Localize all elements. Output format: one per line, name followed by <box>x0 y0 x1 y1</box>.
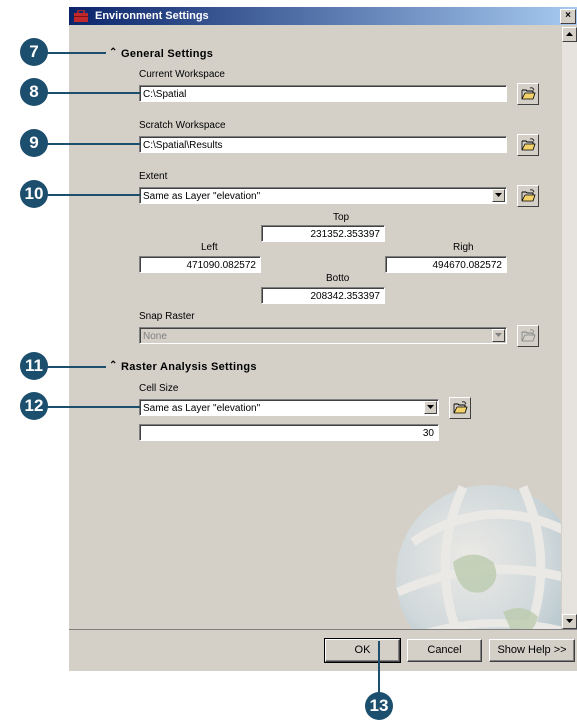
open-folder-icon <box>521 87 536 100</box>
close-button[interactable]: × <box>560 9 576 24</box>
callout-11: 11 <box>20 352 48 380</box>
close-icon: × <box>565 10 571 21</box>
scratch-workspace-input[interactable]: C:\Spatial\Results <box>139 136 507 153</box>
open-folder-icon <box>521 329 536 342</box>
extent-left-input[interactable]: 471090.082572 <box>139 256 261 273</box>
scroll-down-button[interactable] <box>562 614 577 629</box>
cell-size-number-input[interactable]: 30 <box>139 424 439 441</box>
environment-settings-dialog: Environment Settings × ⌃ General Setting… <box>68 6 577 671</box>
window-title: Environment Settings <box>95 10 209 22</box>
collapse-raster-icon[interactable]: ⌃ <box>109 360 117 371</box>
extent-bottom-label: Botto <box>326 273 350 284</box>
snap-raster-dropdown[interactable]: None <box>139 327 507 344</box>
title-bar: Environment Settings × <box>69 7 577 25</box>
settings-panel: ⌃ General Settings Current Workspace C:\… <box>71 27 561 629</box>
snap-raster-label: Snap Raster <box>139 311 195 322</box>
extent-right-input[interactable]: 494670.082572 <box>385 256 507 273</box>
chevron-down-icon[interactable] <box>492 189 505 202</box>
current-workspace-input[interactable]: C:\Spatial <box>139 85 507 102</box>
chevron-down-icon[interactable] <box>492 329 505 342</box>
extent-label: Extent <box>139 171 168 182</box>
cell-size-dropdown[interactable]: Same as Layer "elevation" <box>139 399 439 416</box>
browse-current-workspace-button[interactable] <box>517 83 539 105</box>
browse-extent-button[interactable] <box>517 185 539 207</box>
callout-line <box>40 406 140 408</box>
cell-size-value: Same as Layer "elevation" <box>143 403 261 414</box>
collapse-general-icon[interactable]: ⌃ <box>109 47 117 58</box>
browse-cell-size-button[interactable] <box>449 397 471 419</box>
extent-left-label: Left <box>201 242 218 253</box>
extent-top-input[interactable]: 231352.353397 <box>261 225 385 242</box>
callout-12: 12 <box>20 392 48 420</box>
app-toolbox-icon <box>74 10 88 22</box>
general-settings-header[interactable]: General Settings <box>121 48 213 60</box>
callout-10: 10 <box>20 180 48 208</box>
browse-scratch-workspace-button[interactable] <box>517 134 539 156</box>
extent-dropdown[interactable]: Same as Layer "elevation" <box>139 187 507 204</box>
scratch-workspace-label: Scratch Workspace <box>139 120 226 131</box>
dialog-footer: OK Cancel Show Help >> <box>69 629 577 671</box>
callout-line <box>40 194 140 196</box>
callout-8: 8 <box>20 78 48 106</box>
callout-line <box>40 52 106 54</box>
open-folder-icon <box>521 189 536 202</box>
snap-raster-value: None <box>143 331 167 342</box>
callout-line <box>40 366 106 368</box>
callout-7: 7 <box>20 38 48 66</box>
current-workspace-label: Current Workspace <box>139 69 225 80</box>
open-folder-icon <box>453 401 468 414</box>
chevron-down-icon[interactable] <box>424 401 437 414</box>
extent-value: Same as Layer "elevation" <box>143 191 261 202</box>
cancel-button[interactable]: Cancel <box>407 639 482 662</box>
vertical-scrollbar[interactable] <box>562 27 577 629</box>
arrow-up-icon <box>566 32 573 36</box>
callout-line <box>378 641 380 697</box>
scroll-up-button[interactable] <box>562 27 577 42</box>
browse-snap-raster-button[interactable] <box>517 325 539 347</box>
show-help-button[interactable]: Show Help >> <box>489 639 575 662</box>
callout-9: 9 <box>20 129 48 157</box>
callout-line <box>40 92 140 94</box>
arrow-down-icon <box>566 619 573 623</box>
extent-bottom-input[interactable]: 208342.353397 <box>261 287 385 304</box>
globe-watermark-icon <box>396 485 561 629</box>
ok-button[interactable]: OK <box>324 638 401 663</box>
extent-right-label: Righ <box>453 242 474 253</box>
cell-size-label: Cell Size <box>139 383 179 394</box>
open-folder-icon <box>521 138 536 151</box>
extent-top-label: Top <box>333 212 350 223</box>
callout-line <box>40 143 140 145</box>
callout-13: 13 <box>365 692 393 720</box>
raster-settings-header[interactable]: Raster Analysis Settings <box>121 361 257 373</box>
